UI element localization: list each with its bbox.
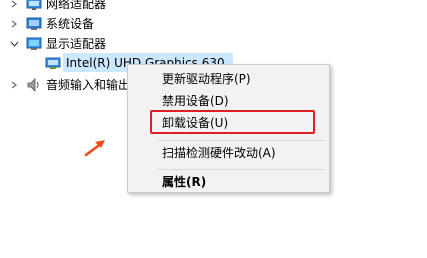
display-adapter-icon [26, 36, 42, 52]
tree-item-label: 系统设备 [46, 17, 95, 31]
tree-item-label: 网络适配器 [46, 0, 107, 11]
tree-item-label: 显示适配器 [46, 37, 107, 51]
chevron-right-icon[interactable] [8, 0, 20, 14]
highlight-box [150, 110, 315, 134]
audio-device-icon [26, 77, 42, 93]
chevron-down-icon[interactable] [8, 34, 20, 54]
menu-item-update-driver[interactable]: 更新驱动程序(P) [162, 69, 251, 89]
display-device-icon [45, 55, 61, 71]
menu-separator [158, 169, 325, 170]
network-adapter-icon [26, 0, 42, 12]
menu-separator [158, 140, 325, 141]
menu-item-disable-device[interactable]: 禁用设备(D) [162, 91, 229, 111]
menu-item-scan-hardware-changes[interactable]: 扫描检测硬件改动(A) [162, 143, 276, 163]
device-manager-window: 网络适配器 系统设备 显示适配器 Intel(R) UHD Graphics 6… [0, 0, 427, 258]
tree-item-label: 音频输入和输出 [46, 78, 131, 92]
tree-item-network-adapters[interactable]: 网络适配器 [0, 0, 300, 14]
chevron-right-icon[interactable] [8, 75, 20, 95]
arrow-annotation-icon [82, 136, 110, 158]
tree-item-display-adapters[interactable]: 显示适配器 [0, 34, 300, 54]
system-device-icon [26, 16, 42, 32]
menu-item-properties[interactable]: 属性(R) [162, 172, 206, 192]
chevron-right-icon[interactable] [8, 14, 20, 34]
tree-item-system-devices[interactable]: 系统设备 [0, 14, 300, 34]
